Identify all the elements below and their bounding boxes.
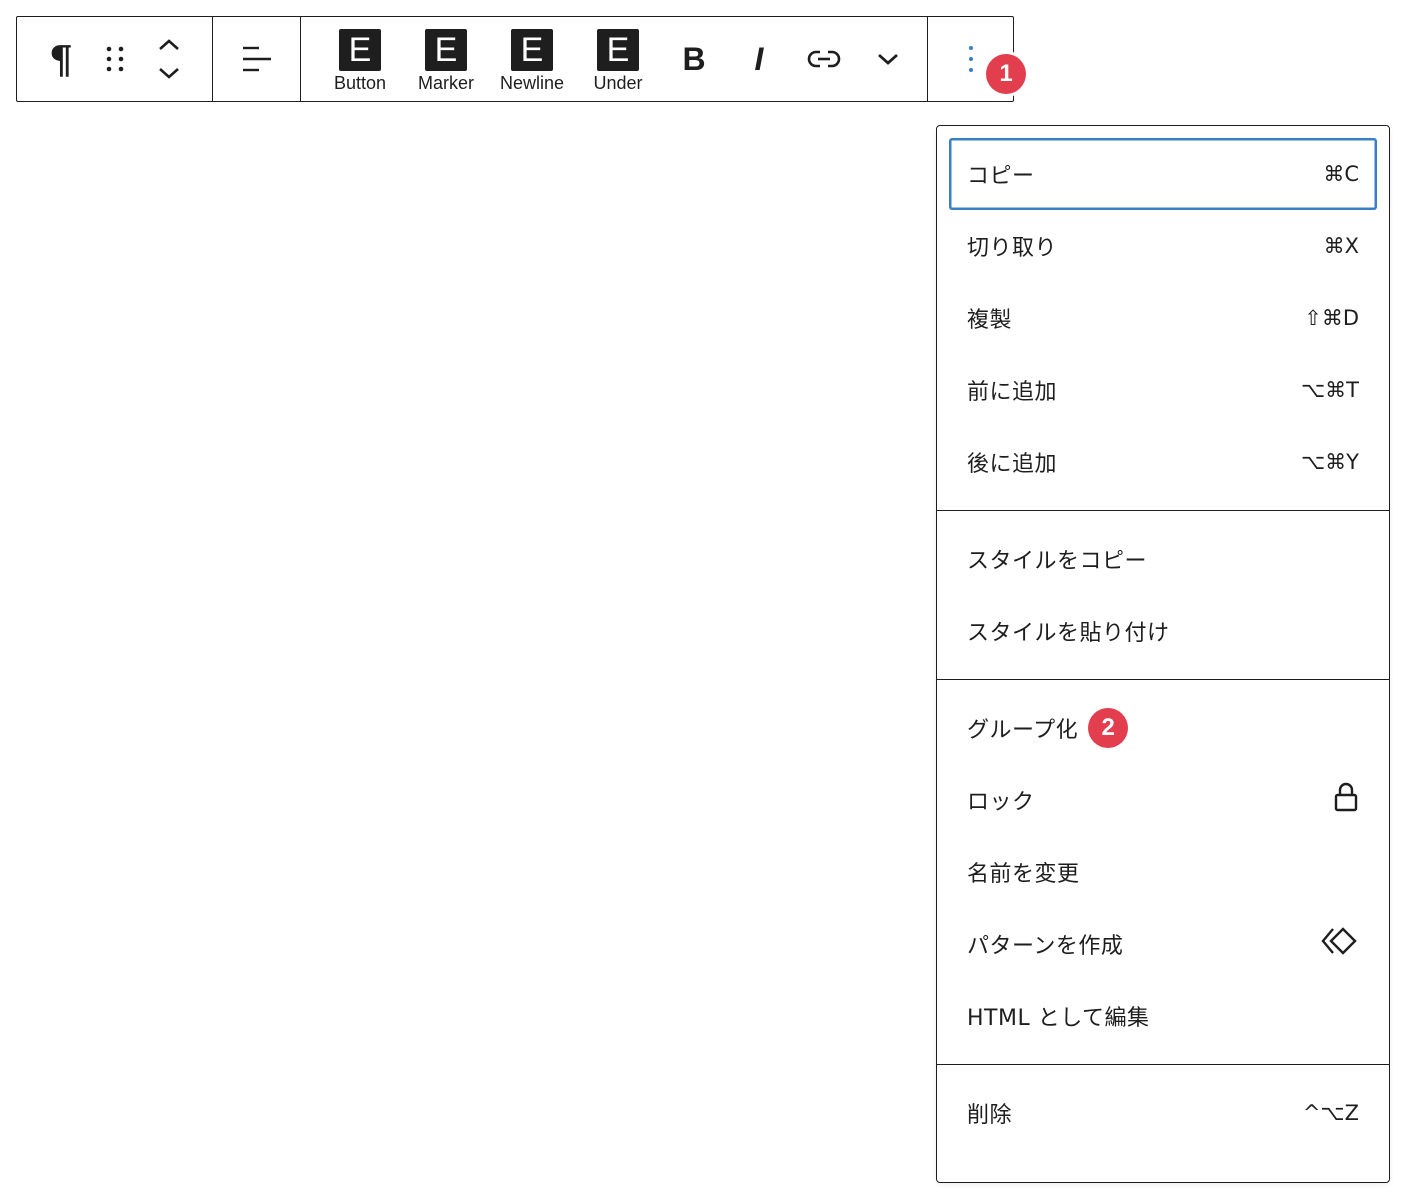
block-toolbar: ¶ E Button E Marker E Newline E Under B … (16, 16, 1014, 102)
menu-item-shortcut: ⌥⌘T (1300, 378, 1359, 402)
menu-item-label: スタイルをコピー (967, 549, 1148, 574)
menu-item-shortcut: ^⌥Z (1302, 1101, 1359, 1125)
menu-item-copy-styles[interactable]: スタイルをコピー (949, 523, 1377, 595)
toolbar-group-align (213, 17, 301, 101)
toolbar-group-format: E Button E Marker E Newline E Under B I (301, 17, 928, 101)
format-button-newline[interactable]: E Newline (489, 17, 575, 101)
annotation-badge-2-wrap: 2 (1088, 708, 1129, 748)
menu-item-insert-after[interactable]: 後に追加 ⌥⌘Y (949, 426, 1377, 498)
menu-section-delete: 削除 ^⌥Z (937, 1065, 1389, 1161)
italic-button[interactable]: I (727, 17, 791, 101)
menu-item-lock[interactable]: ロック (949, 764, 1377, 836)
menu-item-rename[interactable]: 名前を変更 (949, 836, 1377, 908)
toolbar-group-block: ¶ (17, 17, 213, 101)
e-icon: E (339, 29, 381, 71)
menu-section-styles: スタイルをコピー スタイルを貼り付け (937, 511, 1389, 680)
menu-item-insert-before[interactable]: 前に追加 ⌥⌘T (949, 354, 1377, 426)
link-icon[interactable] (791, 17, 857, 101)
format-button-button[interactable]: E Button (317, 17, 403, 101)
menu-item-shortcut: ⇧⌘D (1304, 306, 1359, 330)
format-button-label: Marker (417, 73, 474, 93)
menu-item-paste-styles[interactable]: スタイルを貼り付け (949, 595, 1377, 667)
menu-item-label: スタイルを貼り付け (967, 621, 1170, 646)
chevron-down-icon[interactable] (857, 17, 919, 101)
menu-item-group[interactable]: グループ化 2 (949, 692, 1377, 764)
menu-item-label: パターンを作成 (967, 934, 1124, 959)
format-button-label: Button (333, 73, 387, 93)
annotation-badge-2: 2 (1088, 708, 1129, 748)
vertical-ellipsis-icon[interactable] (951, 17, 991, 101)
menu-item-shortcut: ⌘X (1323, 234, 1359, 258)
menu-item-shortcut: ⌥⌘Y (1300, 450, 1359, 474)
menu-item-delete[interactable]: 削除 ^⌥Z (949, 1077, 1377, 1149)
bold-button[interactable]: B (661, 17, 727, 101)
menu-item-cut[interactable]: 切り取り ⌘X (949, 210, 1377, 282)
menu-section-block-tools: グループ化 2 ロック 名前を変更 パターンを作成 HTML として編集 (937, 680, 1389, 1065)
e-icon: E (597, 29, 639, 71)
symbol-diamond-icon (1321, 927, 1359, 961)
annotation-badge-1: 1 (986, 54, 1026, 94)
menu-item-label: ロック (967, 790, 1035, 815)
lock-icon (1333, 782, 1359, 818)
menu-item-edit-as-html[interactable]: HTML として編集 (949, 980, 1377, 1052)
format-button-marker[interactable]: E Marker (403, 17, 489, 101)
menu-section-clipboard: コピー ⌘C 切り取り ⌘X 複製 ⇧⌘D 前に追加 ⌥⌘T 後に追加 ⌥⌘Y (937, 126, 1389, 511)
e-icon: E (425, 29, 467, 71)
e-icon: E (511, 29, 553, 71)
block-options-menu: コピー ⌘C 切り取り ⌘X 複製 ⇧⌘D 前に追加 ⌥⌘T 後に追加 ⌥⌘Y … (936, 125, 1390, 1183)
menu-item-shortcut: ⌘C (1323, 162, 1359, 186)
menu-item-label: 前に追加 (967, 380, 1058, 405)
align-left-icon[interactable] (241, 17, 273, 101)
menu-item-duplicate[interactable]: 複製 ⇧⌘D (949, 282, 1377, 354)
menu-item-label: HTML として編集 (967, 1006, 1150, 1031)
menu-item-label-wrap: グループ化 2 (967, 708, 1129, 748)
menu-item-label: コピー (967, 164, 1035, 189)
chevron-up-down-icon[interactable] (147, 17, 191, 101)
menu-item-label: 名前を変更 (967, 862, 1080, 887)
menu-item-label: 複製 (967, 308, 1013, 333)
format-button-label: Newline (499, 73, 565, 93)
format-button-label: Under (593, 73, 643, 93)
menu-item-label: 切り取り (967, 236, 1058, 261)
menu-item-create-pattern[interactable]: パターンを作成 (949, 908, 1377, 980)
menu-item-label: 後に追加 (967, 452, 1058, 477)
drag-handle-icon[interactable] (83, 17, 147, 101)
pilcrow-icon[interactable]: ¶ (39, 17, 83, 101)
menu-item-copy[interactable]: コピー ⌘C (949, 138, 1377, 210)
menu-item-label: 削除 (967, 1103, 1013, 1128)
menu-item-label: グループ化 (967, 718, 1079, 743)
format-button-under[interactable]: E Under (575, 17, 661, 101)
